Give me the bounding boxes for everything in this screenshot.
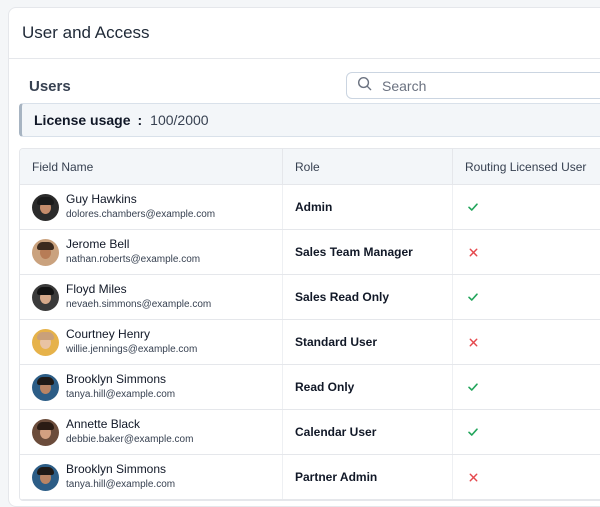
table-header: Field Name Role Routing Licensed User <box>20 149 600 185</box>
user-role: Sales Read Only <box>295 290 390 304</box>
user-email: nevaeh.simmons@example.com <box>66 299 212 310</box>
avatar <box>32 463 59 491</box>
license-usage-value: 100/2000 <box>150 112 209 128</box>
column-header-field-name[interactable]: Field Name <box>20 149 283 184</box>
close-icon <box>465 244 481 260</box>
routing-licensed-cell <box>453 185 600 229</box>
routing-licensed-cell <box>453 230 600 274</box>
license-usage-separator: : <box>137 112 143 128</box>
user-info: Guy Hawkins dolores.chambers@example.com <box>66 192 215 222</box>
user-email: tanya.hill@example.com <box>66 389 176 400</box>
check-icon <box>465 199 481 215</box>
close-icon <box>465 334 481 350</box>
user-role: Admin <box>295 200 333 214</box>
user-role: Standard User <box>295 335 378 349</box>
avatar-hair <box>37 466 54 475</box>
search-box[interactable] <box>346 72 600 99</box>
user-cell: Brooklyn Simmons tanya.hill@example.com <box>20 455 283 499</box>
user-name: Jerome Bell <box>66 237 130 251</box>
routing-licensed-cell <box>453 410 600 454</box>
license-usage-label: License usage <box>34 112 131 128</box>
user-email: dolores.chambers@example.com <box>66 209 216 220</box>
role-cell: Standard User <box>283 320 453 364</box>
table-row[interactable]: Floyd Miles nevaeh.simmons@example.com Sal… <box>20 275 600 320</box>
user-cell: Floyd Miles nevaeh.simmons@example.com <box>20 275 283 319</box>
role-cell: Admin <box>283 185 453 229</box>
user-role: Calendar User <box>295 425 377 439</box>
user-cell: Courtney Henry willie.jennings@example.co… <box>20 320 283 364</box>
page-title: User and Access <box>22 23 150 42</box>
role-cell: Read Only <box>283 365 453 409</box>
user-cell: Brooklyn Simmons tanya.hill@example.com <box>20 365 283 409</box>
role-cell: Calendar User <box>283 410 453 454</box>
role-cell: Sales Read Only <box>283 275 453 319</box>
user-name: Brooklyn Simmons <box>66 462 167 476</box>
role-cell: Sales Team Manager <box>283 230 453 274</box>
user-email: tanya.hill@example.com <box>66 479 176 490</box>
table-row[interactable]: Brooklyn Simmons tanya.hill@example.com Pa… <box>20 455 600 500</box>
table-row[interactable]: Annette Black debbie.baker@example.com Cal… <box>20 410 600 455</box>
column-header-routing-licensed-user[interactable]: Routing Licensed User <box>453 149 600 184</box>
user-name: Courtney Henry <box>66 327 151 341</box>
routing-licensed-cell <box>453 320 600 364</box>
user-name: Floyd Miles <box>66 282 127 296</box>
user-cell: Jerome Bell nathan.roberts@example.com <box>20 230 283 274</box>
avatar <box>32 328 59 356</box>
users-section-title: Users <box>29 78 71 95</box>
user-email: willie.jennings@example.com <box>66 344 198 355</box>
user-email: nathan.roberts@example.com <box>66 254 201 265</box>
check-icon <box>465 289 481 305</box>
user-info: Floyd Miles nevaeh.simmons@example.com <box>66 282 211 312</box>
user-cell: Annette Black debbie.baker@example.com <box>20 410 283 454</box>
avatar <box>32 283 59 311</box>
table-row[interactable]: Brooklyn Simmons tanya.hill@example.com Re… <box>20 365 600 410</box>
user-name: Guy Hawkins <box>66 192 137 206</box>
routing-licensed-cell <box>453 365 600 409</box>
user-info: Annette Black debbie.baker@example.com <box>66 417 193 447</box>
user-info: Brooklyn Simmons tanya.hill@example.com <box>66 462 175 492</box>
avatar-hair <box>37 421 54 430</box>
users-table: Field Name Role Routing Licensed User Gu… <box>19 148 600 501</box>
close-icon <box>465 469 481 485</box>
user-role: Partner Admin <box>295 470 378 484</box>
routing-licensed-cell <box>453 455 600 499</box>
routing-licensed-cell <box>453 275 600 319</box>
user-role: Sales Team Manager <box>295 245 413 259</box>
avatar <box>32 418 59 446</box>
user-info: Jerome Bell nathan.roberts@example.com <box>66 237 200 267</box>
avatar <box>32 373 59 401</box>
card-header: User and Access <box>9 8 600 59</box>
user-name: Annette Black <box>66 417 141 431</box>
avatar <box>32 238 59 266</box>
user-name: Brooklyn Simmons <box>66 372 167 386</box>
search-input[interactable] <box>380 76 584 95</box>
search-icon <box>357 76 372 96</box>
check-icon <box>465 424 481 440</box>
user-info: Brooklyn Simmons tanya.hill@example.com <box>66 372 175 402</box>
check-icon <box>465 379 481 395</box>
avatar-hair <box>37 196 54 205</box>
user-email: debbie.baker@example.com <box>66 434 194 445</box>
avatar-hair <box>37 331 54 340</box>
avatar-hair <box>37 241 54 250</box>
user-role: Read Only <box>295 380 355 394</box>
avatar <box>32 193 59 221</box>
table-body: Guy Hawkins dolores.chambers@example.com A… <box>20 185 600 500</box>
table-row[interactable]: Courtney Henry willie.jennings@example.co… <box>20 320 600 365</box>
user-cell: Guy Hawkins dolores.chambers@example.com <box>20 185 283 229</box>
table-row[interactable]: Jerome Bell nathan.roberts@example.com Sal… <box>20 230 600 275</box>
avatar-hair <box>37 376 54 385</box>
column-header-role[interactable]: Role <box>283 149 453 184</box>
license-usage-banner: License usage : 100/2000 <box>19 103 600 137</box>
role-cell: Partner Admin <box>283 455 453 499</box>
avatar-hair <box>37 286 54 295</box>
user-info: Courtney Henry willie.jennings@example.co… <box>66 327 197 357</box>
table-row[interactable]: Guy Hawkins dolores.chambers@example.com A… <box>20 185 600 230</box>
